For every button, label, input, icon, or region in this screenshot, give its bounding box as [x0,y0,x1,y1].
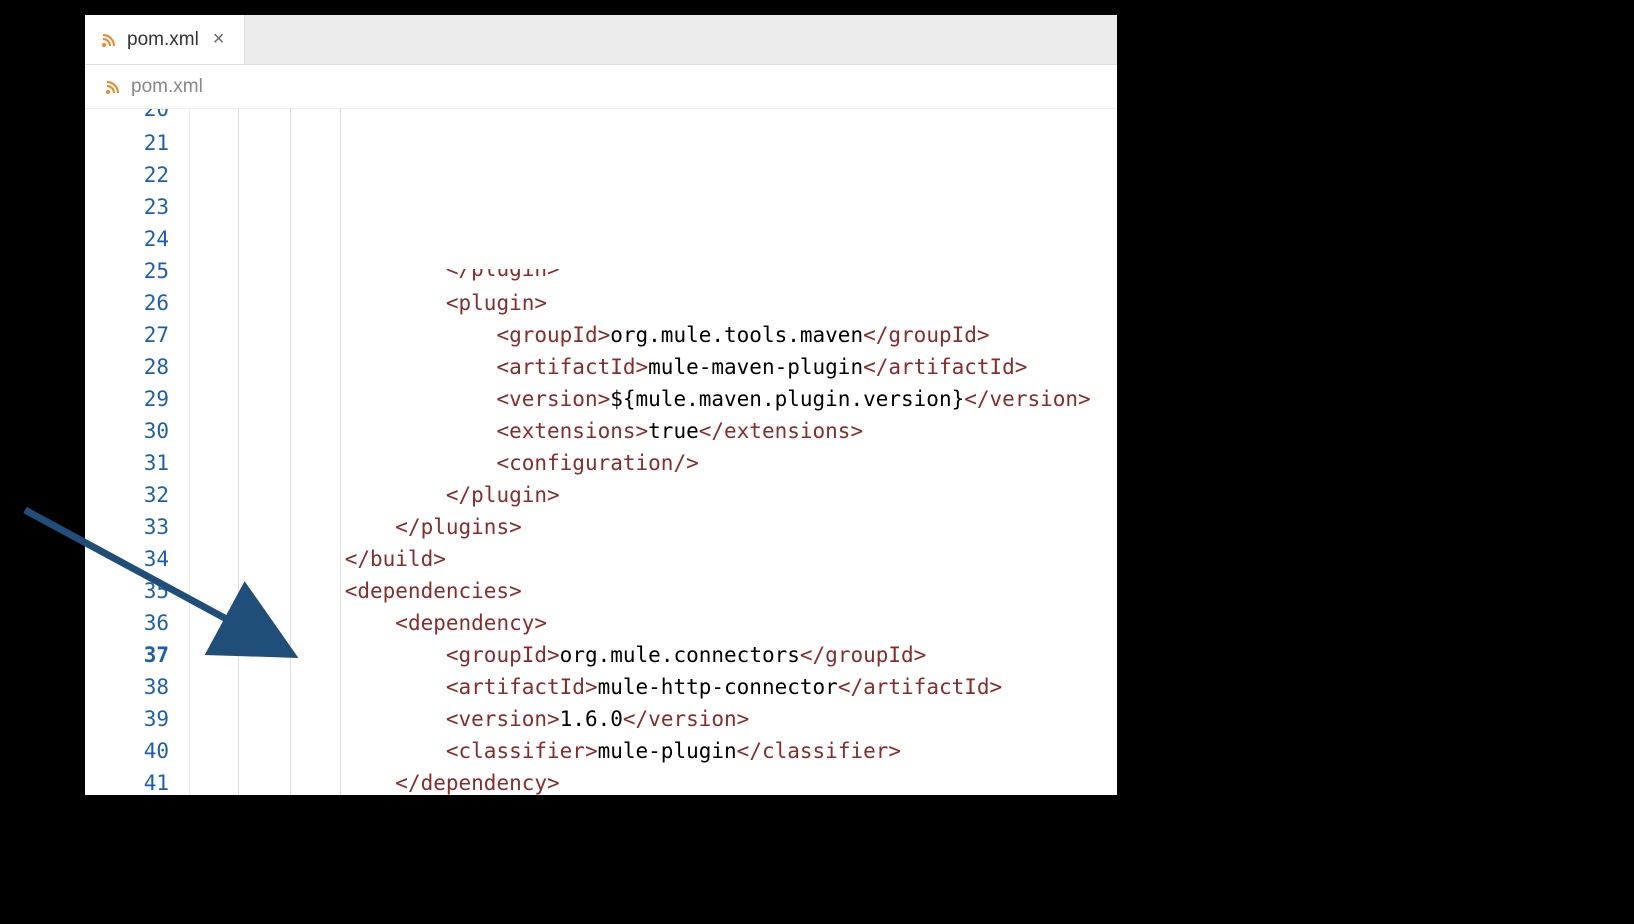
line-number: 20 [85,109,169,127]
tab-label: pom.xml [127,29,199,51]
line-number: 30 [85,415,169,447]
code-line[interactable]: </plugin> [193,479,1117,511]
code-line[interactable]: </build> [193,543,1117,575]
line-number: 28 [85,351,169,383]
code-area[interactable]: 2021222324252627282930313233343536373839… [85,109,1117,795]
code-line[interactable]: <version>${mule.maven.plugin.version}</v… [193,383,1117,415]
line-number: 26 [85,287,169,319]
rss-icon [101,32,117,48]
code-content[interactable]: </plugin> <plugin> <groupId>org.mule.too… [190,109,1117,795]
line-number: 31 [85,447,169,479]
code-line[interactable]: <groupId>org.mule.connectors</groupId> [193,639,1117,671]
code-line[interactable]: <version>1.6.0</version> [193,703,1117,735]
breadcrumb-label[interactable]: pom.xml [131,76,203,98]
rss-icon [105,79,121,95]
line-number: 23 [85,191,169,223]
tab-pom-xml[interactable]: pom.xml × [85,15,245,64]
line-number: 21 [85,127,169,159]
line-number-gutter: 2021222324252627282930313233343536373839… [85,109,190,795]
code-line[interactable]: <artifactId>mule-http-connector</artifac… [193,671,1117,703]
line-number: 39 [85,703,169,735]
code-line[interactable]: </plugins> [193,511,1117,543]
line-number: 27 [85,319,169,351]
line-number: 37 [85,639,169,671]
line-number: 40 [85,735,169,767]
code-line[interactable]: <plugin> [193,287,1117,319]
code-line[interactable]: <dependencies> [193,575,1117,607]
line-number: 32 [85,479,169,511]
line-number: 38 [85,671,169,703]
line-number: 36 [85,607,169,639]
editor-window: pom.xml × pom.xml 2021222324252627282930… [85,15,1117,795]
code-line[interactable]: <extensions>true</extensions> [193,415,1117,447]
line-number: 22 [85,159,169,191]
code-line[interactable]: <classifier>mule-plugin</classifier> [193,735,1117,767]
close-icon[interactable]: × [209,28,229,51]
tab-bar: pom.xml × [85,15,1117,65]
line-number: 24 [85,223,169,255]
code-line[interactable]: </plugin> [193,269,1117,287]
line-number: 35 [85,575,169,607]
code-line[interactable]: <dependency> [193,607,1117,639]
code-line[interactable]: <groupId>org.mule.tools.maven</groupId> [193,319,1117,351]
code-line[interactable]: <artifactId>mule-maven-plugin</artifactI… [193,351,1117,383]
line-number: 25 [85,255,169,287]
line-number: 29 [85,383,169,415]
line-number: 33 [85,511,169,543]
line-number: 41 [85,767,169,795]
breadcrumb: pom.xml [85,65,1117,109]
code-line[interactable]: </dependency> [193,767,1117,795]
line-number: 34 [85,543,169,575]
code-line[interactable]: <configuration/> [193,447,1117,479]
